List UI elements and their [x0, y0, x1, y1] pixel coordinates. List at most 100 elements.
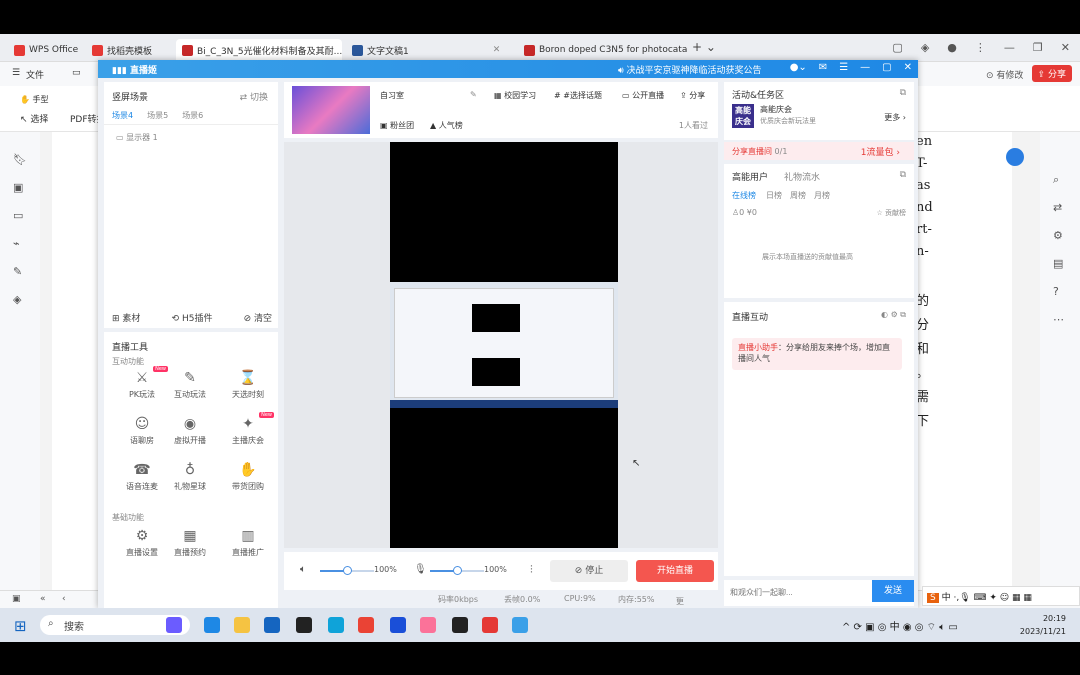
room-name[interactable]: 自习室	[380, 90, 404, 101]
minimize-icon[interactable]: —	[860, 62, 870, 73]
contribution-button[interactable]: ☆ 贡献榜	[876, 208, 906, 218]
tab-wps-office[interactable]: WPS Office	[8, 39, 78, 61]
share-room-bar[interactable]: 分享直播间 0/1 1流量包 ›	[724, 142, 914, 160]
zy-icon[interactable]	[452, 617, 468, 633]
tool-item[interactable]: ✋ 带货团购	[224, 462, 272, 492]
tool-item[interactable]: ♁ 礼物星球	[166, 462, 214, 492]
prev-page-icon[interactable]: ‹	[62, 594, 66, 604]
share-button[interactable]: ⇪ 分享	[1031, 65, 1072, 82]
category-campus[interactable]: ▦ 校园学习	[494, 90, 536, 101]
mixer-icon[interactable]: ⫶	[530, 563, 533, 577]
send-button[interactable]: 发送	[872, 580, 914, 602]
scene-switch-button[interactable]: ⇄ 切换	[240, 90, 268, 103]
comment-icon[interactable]: ▭	[13, 210, 25, 222]
tab-daily-rank[interactable]: 日榜	[766, 190, 782, 201]
basic-tool-item[interactable]: ⚙ 直播设置	[118, 528, 166, 558]
select-tool[interactable]: ↖ 选择	[20, 112, 48, 125]
live-icon[interactable]	[512, 617, 528, 633]
cube-icon[interactable]: ◈	[921, 41, 929, 54]
fan-group[interactable]: ▣ 粉丝团	[380, 120, 414, 131]
tab-scene4[interactable]: 场景4	[112, 110, 133, 121]
assistant-icon[interactable]	[1006, 148, 1024, 166]
tab-template[interactable]: 找稻壳模板	[86, 39, 172, 61]
help-icon[interactable]: ?	[1053, 286, 1065, 298]
tab-top-users[interactable]: 高能用户	[732, 170, 768, 183]
tab-scene5[interactable]: 场景5	[147, 110, 168, 121]
stream-preview[interactable]	[390, 142, 618, 548]
mic-volume-slider[interactable]	[430, 566, 484, 575]
settings-icon[interactable]: ⚙	[1053, 230, 1065, 242]
app-l-icon[interactable]	[390, 617, 406, 633]
tool-item[interactable]: ✎ 互动玩法	[166, 370, 214, 400]
speaker-volume-knob[interactable]	[343, 566, 352, 575]
minimize-icon[interactable]: —	[1004, 41, 1015, 54]
start-live-button[interactable]: 开始直播	[636, 560, 714, 582]
mic-volume-knob[interactable]	[453, 566, 462, 575]
topic-select[interactable]: # #选择话题	[554, 90, 602, 101]
translate-icon[interactable]: ⇄	[1053, 202, 1065, 214]
pen-icon[interactable]: ✎	[13, 266, 25, 278]
bilibili-icon[interactable]	[420, 617, 436, 633]
menu-icon[interactable]: ☰	[839, 62, 848, 73]
file-menu[interactable]: 文件	[26, 68, 44, 81]
qq-icon[interactable]	[296, 617, 312, 633]
mail-icon[interactable]	[264, 617, 280, 633]
promo-title[interactable]: 高能庆会	[760, 104, 792, 115]
has-changes[interactable]: ⊙ 有修改	[986, 68, 1023, 81]
more-details-link[interactable]: 更多详情 ›	[676, 594, 684, 639]
speaker-volume-slider[interactable]	[320, 566, 374, 575]
basic-tool-item[interactable]: ▥ 直播推广	[224, 528, 272, 558]
ime-toolbar[interactable]: S 中 ·,🎙︎ ⌨ ✦ ☺ ▦ ▦	[922, 586, 1080, 606]
system-clock[interactable]: 20:19 2023/11/21	[1020, 612, 1066, 638]
tool-item[interactable]: ⌛ 天选时刻	[224, 370, 272, 400]
tab-boron-paper[interactable]: Boron doped C3N5 for photocata	[518, 39, 688, 61]
chrome-icon[interactable]	[358, 617, 374, 633]
image-icon[interactable]: ▣	[13, 182, 25, 194]
edit-icon[interactable]: ✎	[470, 90, 477, 99]
material-button[interactable]: ⊞ 素材	[112, 311, 140, 324]
tab-monthly-rank[interactable]: 月榜	[814, 190, 830, 201]
start-icon[interactable]: ⊞	[14, 617, 27, 635]
popularity-rank[interactable]: ▲ 人气榜	[430, 120, 463, 131]
tool-item[interactable]: ☺ 语聊房	[118, 416, 166, 446]
tab-online-rank[interactable]: 在线榜	[732, 190, 756, 201]
announcement[interactable]: 🔊︎ 决战平安京驱神降临活动获奖公告	[618, 63, 762, 76]
wps-icon[interactable]	[482, 617, 498, 633]
attachment-icon[interactable]: ⌁	[13, 238, 25, 250]
mic-icon[interactable]: 🎙︎	[414, 564, 427, 575]
close-icon[interactable]: ✕	[493, 45, 501, 55]
tab-bi-paper[interactable]: Bi_C_3N_5光催化材料制备及其耐... ✕	[176, 39, 342, 61]
panel-toggle-icon[interactable]: ▣	[12, 594, 21, 604]
basic-tool-item[interactable]: ▦ 直播预约	[166, 528, 214, 558]
source-item[interactable]: ▭ 显示器 1	[116, 132, 158, 143]
tab-doc1[interactable]: 文字文稿1 ✕	[346, 39, 512, 61]
stop-button[interactable]: ⊘ 停止	[550, 560, 628, 582]
close-icon[interactable]: ✕	[1061, 41, 1070, 54]
tool-item[interactable]: ⚔ PK玩法 New	[118, 366, 168, 400]
clear-button[interactable]: ⊘ 清空	[244, 311, 272, 324]
flow-pack[interactable]: 1流量包 ›	[861, 145, 900, 158]
mail-icon[interactable]: ✉	[819, 62, 827, 73]
restore-icon[interactable]: ❐	[1033, 41, 1043, 54]
maximize-icon[interactable]: ▢	[882, 62, 891, 73]
tab-scene6[interactable]: 场景6	[182, 110, 203, 121]
new-tab-icon[interactable]: + ⌄	[692, 40, 716, 54]
more-icon[interactable]: ⋯	[1053, 314, 1065, 326]
speaker-icon[interactable]: 🔈︎	[300, 564, 306, 575]
edge2-icon[interactable]	[328, 617, 344, 633]
tray-icons[interactable]: ^ ⟳ ▣ ◎ 中 ◉ ◎ ⌔ 🔈︎ ▭	[842, 618, 958, 634]
explorer-icon[interactable]	[234, 617, 250, 633]
hand-tool[interactable]: ✋ 手型	[20, 94, 49, 105]
edge-icon[interactable]	[204, 617, 220, 633]
layers-icon[interactable]: ◈	[13, 294, 25, 306]
public-live[interactable]: ▭ 公开直播	[622, 90, 664, 101]
menu-icon[interactable]: ☰	[12, 68, 20, 78]
widgets-icon[interactable]	[166, 617, 182, 633]
avatar[interactable]: ●	[947, 41, 957, 54]
bookmark-icon[interactable]: 🔖︎	[13, 154, 27, 166]
folder-icon[interactable]: ▭	[72, 68, 81, 78]
share-link[interactable]: ⇪ 分享	[680, 90, 705, 101]
book-icon[interactable]: ▤	[1053, 258, 1065, 270]
expand-icon[interactable]: ⧉	[900, 88, 906, 98]
interaction-tools[interactable]: ◐ ⚙ ⧉	[881, 310, 906, 320]
